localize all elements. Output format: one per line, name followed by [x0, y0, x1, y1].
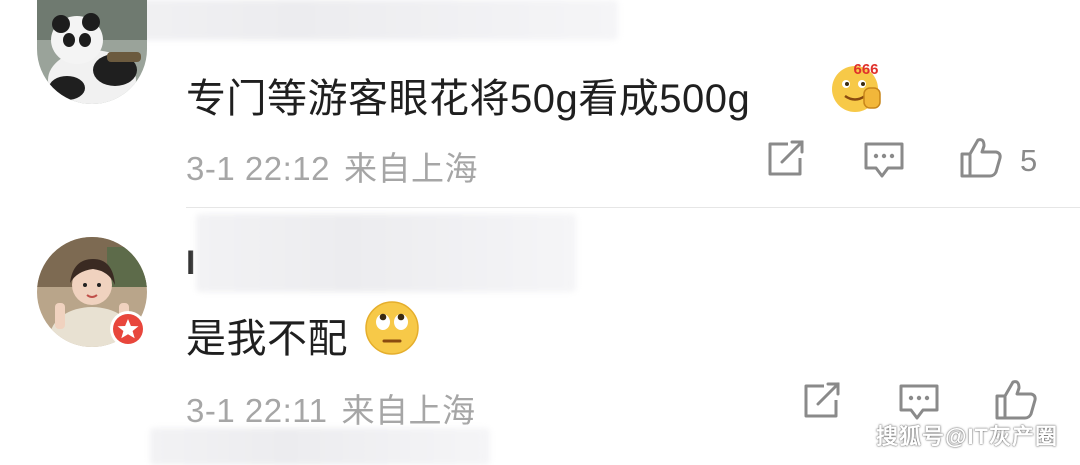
comment-icon — [864, 142, 904, 178]
thumbs-up-icon — [995, 380, 1037, 420]
666-thumbs-emoji: 666 — [828, 58, 886, 114]
watermark: 搜狐号@IT灰产圈 — [875, 424, 1058, 449]
emoji-666-label: 666 — [853, 61, 878, 78]
comment-meta: 3-1 22:12 来自上海 — [186, 142, 478, 190]
username-fragment[interactable]: I — [186, 244, 195, 283]
rolling-eyes-emoji — [364, 300, 420, 356]
blurred-username — [196, 214, 576, 292]
share-icon — [768, 140, 804, 176]
thumbs-up-icon — [960, 138, 1002, 178]
star-badge-icon — [110, 311, 146, 347]
comment-location: 来自上海 — [343, 150, 478, 187]
verified-badge — [109, 310, 147, 348]
reply-button[interactable] — [862, 140, 906, 180]
blurred-username — [150, 428, 490, 465]
blurred-username — [82, 0, 618, 40]
comment-meta: 3-1 22:11 来自上海 — [186, 384, 476, 432]
comment-text: 是我不配 — [186, 317, 348, 361]
like-button[interactable] — [958, 136, 1004, 180]
like-button[interactable] — [993, 378, 1039, 422]
divider — [186, 207, 1080, 208]
like-count: 5 — [1020, 143, 1038, 178]
comment-time: 3-1 22:12 — [186, 150, 330, 187]
comment-icon — [899, 384, 939, 420]
comment-location: 来自上海 — [341, 392, 476, 429]
comment-list: 专门等游客眼花将50g看成500g 666 3-1 22:12 来自上海 5 I… — [0, 0, 1080, 465]
share-button[interactable] — [766, 140, 806, 178]
share-icon — [804, 382, 840, 418]
reply-button[interactable] — [897, 382, 941, 422]
comment-time: 3-1 22:11 — [186, 392, 328, 429]
avatar[interactable] — [37, 0, 147, 104]
comment-text: 专门等游客眼花将50g看成500g — [186, 77, 751, 121]
share-button[interactable] — [802, 382, 842, 420]
